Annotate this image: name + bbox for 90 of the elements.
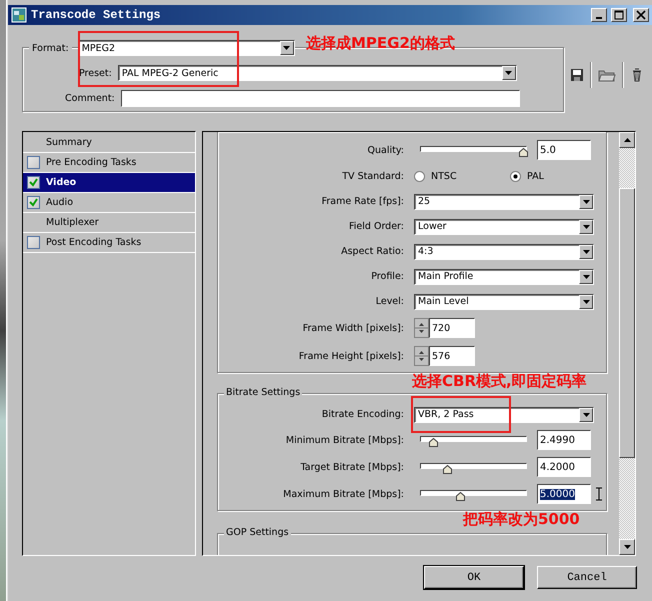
preset-label: Preset: [79,68,112,78]
minimize-icon [596,17,602,19]
sidebar-item[interactable]: Audio [23,193,195,213]
dropdown-button[interactable] [502,66,516,80]
annotation-text: 选择CBR模式,即固定码率 [412,372,587,391]
comment-label: Comment: [65,93,115,104]
dropdown-button[interactable] [579,220,593,234]
dropdown-button[interactable] [280,41,294,55]
checkbox[interactable] [27,156,40,169]
field-label: Frame Height [pixels]: [298,350,404,362]
sidebar-item[interactable]: Post Encoding Tasks [23,233,195,253]
radio-label: PAL [527,171,544,182]
sidebar-item[interactable]: Video [23,173,195,193]
slider[interactable] [420,146,527,158]
scroll-up-button[interactable] [619,132,635,148]
folder-icon[interactable] [598,68,616,82]
radio-label: NTSC [431,171,457,182]
spin-buttons[interactable] [414,346,429,366]
trash-icon[interactable] [630,68,644,82]
dropdown-field[interactable]: Main Profile [414,268,594,284]
format-label: Format: [29,42,72,54]
dialog-button[interactable]: OK [424,566,524,589]
caret-icon [283,46,290,50]
value-field[interactable]: 5.0 [537,140,591,160]
scroll-down-button[interactable] [619,539,635,555]
up-arrow-icon [624,138,630,142]
field-label: Frame Rate [fps]: [322,196,404,207]
field-label: Maximum Bitrate [Mbps]: [283,488,404,500]
dropdown-field[interactable]: MPEG2 [78,40,295,56]
dropdown-field[interactable]: Main Level [414,294,594,310]
dropdown-button[interactable] [579,294,593,308]
checkbox[interactable] [27,236,40,249]
field-label: Frame Width [pixels]: [302,322,404,334]
field-label: Field Order: [349,221,404,232]
dropdown-field[interactable]: PAL MPEG-2 Generic [118,65,517,81]
value-field[interactable]: 5.0000 [537,484,591,504]
slider[interactable] [420,436,527,448]
value-field[interactable]: 2.4990 [537,430,591,450]
checkbox[interactable] [27,176,40,189]
dropdown-button[interactable] [579,408,593,422]
radio-button[interactable] [510,171,521,182]
dropdown-button[interactable] [579,270,593,284]
value-field[interactable]: 4.2000 [537,457,591,477]
caret-icon [505,71,512,75]
dropdown-button[interactable] [579,244,593,258]
checkbox[interactable] [27,196,40,209]
dialog-button[interactable]: Cancel [537,566,637,589]
group-title: Bitrate Settings [224,387,302,398]
slider[interactable] [420,490,527,502]
field-label: Quality: [368,144,404,156]
slider[interactable] [420,463,527,475]
field-label: Level: [376,296,404,307]
sidebar-item[interactable]: Summary [23,133,195,153]
group-title: GOP Settings [224,527,291,538]
dropdown-button[interactable] [579,194,593,208]
dropdown-field[interactable]: Lower [414,218,594,234]
radio-button[interactable] [414,171,425,182]
caret-icon [582,412,590,416]
field-label: Profile: [371,271,404,282]
spin-buttons[interactable] [414,318,429,338]
app-icon [11,7,27,23]
field-label: Minimum Bitrate [Mbps]: [286,434,404,446]
caret-icon [582,200,590,204]
sidebar-item[interactable]: Multiplexer [23,213,195,233]
save-icon[interactable] [570,68,584,82]
caret-icon [582,250,590,254]
close-icon [636,10,646,20]
dropdown-field[interactable]: 4:3 [414,244,594,260]
field-label: TV Standard: [342,171,404,182]
dropdown-field[interactable]: 25 [414,194,594,210]
caret-icon [582,300,590,304]
down-arrow-icon [624,545,630,549]
caret-icon [582,274,590,278]
maximize-button[interactable] [611,8,627,22]
field-label: Aspect Ratio: [341,246,404,257]
maximize-icon [614,10,624,20]
number-field[interactable]: 576 [429,346,475,366]
window-title: Transcode Settings [31,8,162,22]
annotation-text: 选择成MPEG2的格式 [306,34,455,53]
minimize-button[interactable] [591,8,607,22]
close-button[interactable] [633,8,649,22]
annotation-text: 把码率改为5000 [463,510,580,529]
dropdown-field[interactable]: VBR, 2 Pass [414,406,594,422]
scrollbar-thumb[interactable] [619,188,635,458]
field-label: Target Bitrate [Mbps]: [300,462,404,472]
caret-icon [582,224,590,228]
field-label: Bitrate Encoding: [322,409,404,420]
number-field[interactable]: 720 [429,318,475,338]
text-cursor-icon [595,487,603,501]
comment-field[interactable] [120,90,520,107]
